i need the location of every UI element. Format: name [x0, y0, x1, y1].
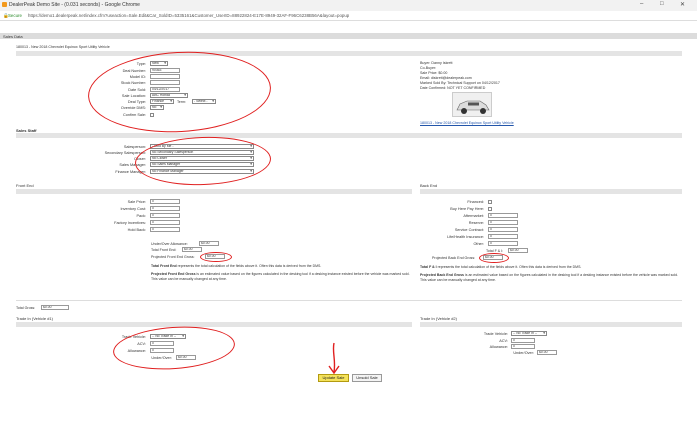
- secure-label: Secure: [8, 13, 22, 18]
- financed-checkbox[interactable]: [488, 200, 492, 204]
- marked-sold-by: Marked Sold By: Technical Support on 04/…: [420, 81, 500, 85]
- buy-here-pay-here-label: Buy Here Pay Here:: [450, 207, 484, 211]
- date-confirmed: Date Confirmed: NOT YET CONFIRMED: [420, 86, 486, 90]
- total-front-end-input[interactable]: $0.00: [182, 247, 202, 252]
- update-sale-button[interactable]: Update Sale: [318, 374, 349, 382]
- hold-back-input[interactable]: 0: [150, 227, 180, 232]
- pack-input[interactable]: 0: [150, 213, 180, 218]
- maximize-icon[interactable]: □: [660, 1, 664, 7]
- factory-incentives-label: Factory Incentives:: [114, 221, 146, 225]
- buy-here-pay-here-checkbox[interactable]: [488, 207, 492, 211]
- total-gross-label: Total Gross:: [16, 306, 36, 310]
- under-over-allowance-label: Under/Over Allowance:: [151, 242, 188, 246]
- life-health-input[interactable]: 0: [488, 234, 518, 239]
- back-end-note-1: Total F & I represents the total calcula…: [420, 265, 582, 269]
- vehicle-title-bar: [16, 51, 682, 56]
- total-gross-divider: [16, 300, 682, 301]
- browser-title-bar: DealerPeak Demo Site - (0.031 seconds) -…: [0, 0, 697, 11]
- trade2-bar: [420, 322, 682, 327]
- deal-info-annotation: [86, 47, 273, 137]
- total-front-end-label: Total Front End:: [151, 248, 177, 252]
- other-input[interactable]: 0: [488, 241, 518, 246]
- window-title: DealerPeak Demo Site - (0.031 seconds) -…: [9, 2, 140, 8]
- projected-front-end-label: Projected Front End Gross:: [151, 255, 195, 259]
- trade2-header: Trade In (Vehicle #2): [420, 316, 457, 321]
- hold-back-label: Hold Back:: [127, 228, 146, 232]
- service-contract-input[interactable]: 0: [488, 227, 518, 232]
- trade2-vehicle-select[interactable]: -- No Trade In --: [511, 331, 547, 336]
- sales-data-bar: [0, 33, 697, 39]
- front-end-bar: [16, 189, 412, 194]
- finance-manager-label: Finance Manager:: [115, 170, 146, 174]
- trade2-under-over-label: Under/Over:: [513, 351, 534, 355]
- factory-incentives-input[interactable]: 0: [150, 220, 180, 225]
- trade2-allowance-input[interactable]: 0: [511, 344, 535, 349]
- secondary-salesperson-label: Secondary Salesperson:: [104, 151, 146, 155]
- under-over-allowance-input[interactable]: $0.00: [199, 241, 219, 246]
- app-icon: [2, 2, 7, 7]
- service-contract-label: Service Contract:: [454, 228, 484, 232]
- trade1-annotation: [111, 322, 237, 374]
- total-gross-input[interactable]: $0.00: [41, 305, 69, 310]
- back-end-header: Back End: [420, 183, 438, 188]
- total-fi-input[interactable]: $0.00: [508, 248, 528, 253]
- buyer-email: Email: diskrett@dealerpeak.com: [420, 76, 472, 80]
- financed-label: Financed:: [467, 200, 484, 204]
- arrow-annotation-icon: [328, 342, 340, 375]
- trade2-under-over-input[interactable]: $0.00: [537, 350, 557, 355]
- trade1-bar: [16, 322, 412, 327]
- back-end-bar: [420, 189, 682, 194]
- projected-front-annotation: [200, 252, 232, 262]
- projected-back-annotation: [479, 253, 509, 263]
- back-end-note-2: Projected Back End Gross is an estimated…: [420, 273, 678, 282]
- url-text[interactable]: https://demo1.dealerpeak.net/index.cfm?u…: [28, 13, 349, 18]
- pack-label: Pack:: [136, 214, 147, 218]
- vehicle-title: 180013 - New 2018 Chevrolet Equinox Spor…: [16, 45, 110, 49]
- trade1-header: Trade In (Vehicle #1): [16, 316, 53, 321]
- inventory-cost-input[interactable]: 0: [150, 206, 180, 211]
- salesperson-label: Salesperson:: [123, 145, 146, 149]
- front-end-note-2: Projected Front End Gross is an estimate…: [151, 272, 410, 281]
- other-label: Other:: [473, 242, 484, 246]
- aftermarket-input[interactable]: 0: [488, 213, 518, 218]
- trade2-acv-input[interactable]: 0: [511, 338, 535, 343]
- vehicle-photo: [452, 92, 492, 117]
- sales-data-header: Sales Data: [3, 34, 23, 39]
- fe-sale-price-input[interactable]: 0: [150, 199, 180, 204]
- buyer-sale-price: Sale Price: $0.00: [420, 71, 448, 75]
- minimize-icon[interactable]: –: [640, 1, 643, 7]
- sales-staff-bar: [16, 133, 682, 138]
- aftermarket-label: Aftermarket:: [463, 214, 484, 218]
- life-health-label: Life/Health Insurance:: [447, 235, 484, 239]
- inventory-cost-label: Inventory Cost:: [120, 207, 146, 211]
- address-bar[interactable]: 🔒 Secure https://demo1.dealerpeak.net/in…: [0, 11, 697, 21]
- fe-sale-price-label: Sale Price:: [127, 200, 146, 204]
- trade2-vehicle-label: Trade Vehicle:: [483, 332, 508, 336]
- front-end-note-1: Total Front End represents the total cal…: [151, 264, 322, 268]
- unsold-sale-button[interactable]: Unsold Sale: [352, 374, 382, 382]
- cobuyer-line: Co-Buyer:: [420, 66, 437, 70]
- reserve-input[interactable]: 0: [488, 220, 518, 225]
- front-end-header: Front End: [16, 183, 34, 188]
- close-icon[interactable]: ✕: [680, 1, 685, 8]
- trade2-acv-label: ACV:: [499, 339, 508, 343]
- vehicle-link[interactable]: 180013 - New 2018 Chevrolet Equinox Spor…: [420, 121, 514, 125]
- buyer-line: Buyer: Danny Iskrett: [420, 61, 453, 65]
- reserve-label: Reserve:: [468, 221, 484, 225]
- sales-staff-annotation: [134, 134, 272, 188]
- trade2-allowance-label: Allowance:: [489, 345, 508, 349]
- projected-back-end-label: Projected Back End Gross:: [432, 256, 476, 260]
